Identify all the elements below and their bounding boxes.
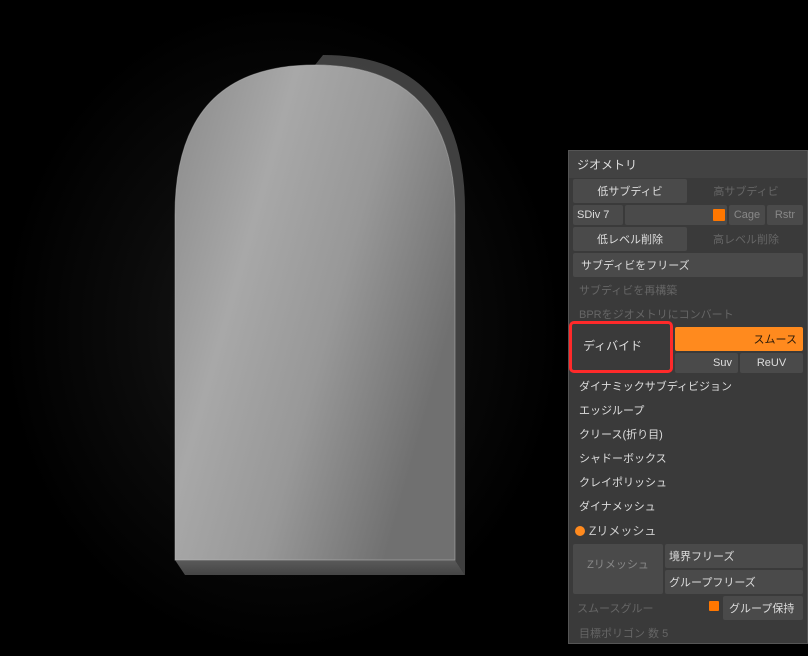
group-freeze-button[interactable]: グループフリーズ	[665, 570, 803, 594]
target-poly-slider[interactable]: 目標ポリゴン 数 5	[569, 621, 807, 643]
shadowbox-section[interactable]: シャドーボックス	[569, 446, 807, 470]
viewport-3d[interactable]	[0, 0, 565, 656]
edgeloop-section[interactable]: エッジループ	[569, 398, 807, 422]
zremesh-section-header[interactable]: Zリメッシュ	[569, 518, 807, 543]
sdiv-slider[interactable]	[625, 205, 727, 225]
panel-title: ジオメトリ	[569, 151, 807, 178]
crease-section[interactable]: クリース(折り目)	[569, 422, 807, 446]
zremesh-button[interactable]: Zリメッシュ	[573, 544, 663, 594]
zremesh-label: Zリメッシュ	[589, 522, 656, 539]
dynamesh-section[interactable]: ダイナメッシュ	[569, 494, 807, 518]
smooth-groups-knob[interactable]	[709, 601, 719, 611]
keep-groups-button[interactable]: グループ保持	[723, 596, 803, 620]
dynamic-subdiv-section[interactable]: ダイナミックサブディビジョン	[569, 374, 807, 398]
freeze-subdiv-button[interactable]: サブディビをフリーズ	[573, 253, 803, 277]
reconstruct-subdiv-button: サブディビを再構築	[569, 278, 807, 302]
low-subdiv-button[interactable]: 低サブディビ	[573, 179, 687, 203]
sdiv-label: SDiv 7	[573, 205, 623, 225]
delete-high-button: 高レベル削除	[689, 227, 803, 251]
smooth-toggle[interactable]: スムース	[675, 327, 803, 351]
divide-button[interactable]: ディバイド	[573, 327, 673, 373]
geometry-panel: ジオメトリ 低サブディビ 高サブディビ SDiv 7 Cage Rstr 低レベ…	[568, 150, 808, 644]
smooth-groups-label: スムースグルー	[577, 603, 653, 615]
mesh-preview[interactable]	[155, 55, 475, 585]
suv-toggle[interactable]: Suv	[675, 353, 738, 373]
rstr-toggle[interactable]: Rstr	[767, 205, 803, 225]
cage-toggle[interactable]: Cage	[729, 205, 765, 225]
bpr-convert-button: BPRをジオメトリにコンバート	[569, 302, 807, 326]
delete-low-button[interactable]: 低レベル削除	[573, 227, 687, 251]
high-subdiv-button: 高サブディビ	[689, 179, 803, 203]
claypolish-section[interactable]: クレイポリッシュ	[569, 470, 807, 494]
sdiv-slider-knob[interactable]	[713, 209, 725, 221]
reuv-button[interactable]: ReUV	[740, 353, 803, 373]
freeze-border-button[interactable]: 境界フリーズ	[665, 544, 803, 568]
section-open-icon	[575, 526, 585, 536]
smooth-groups-slider[interactable]: スムースグルー	[573, 596, 721, 620]
